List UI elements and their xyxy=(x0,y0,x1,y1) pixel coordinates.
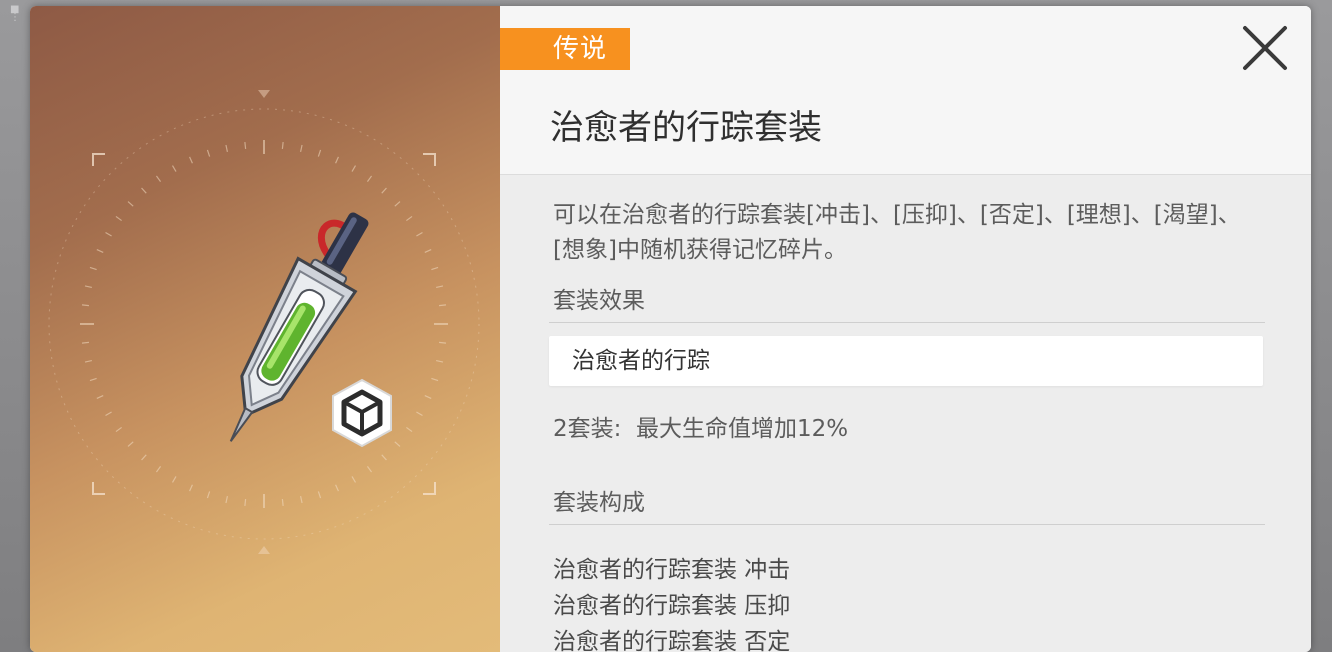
item-art-panel xyxy=(30,6,500,652)
set-bonus-line: 2套装: 最大生命值增加12% xyxy=(553,414,848,444)
set-effect-heading: 套装效果 xyxy=(553,288,645,314)
dial-tick xyxy=(351,165,357,172)
close-icon[interactable] xyxy=(1239,22,1291,74)
set-components-list: 治愈者的行踪套装 冲击 治愈者的行踪套装 压抑 治愈者的行踪套装 否定 xyxy=(553,552,790,652)
dial-tick xyxy=(366,175,373,182)
dial-tick xyxy=(431,377,439,382)
dial-tick xyxy=(351,476,357,483)
dial-tick xyxy=(281,498,284,507)
set-bonus-text: 最大生命值增加12% xyxy=(636,416,849,442)
screen: ■ ⋮ 传说 治愈者的行踪套装 可以在治愈者的行踪套装[冲击]、[压抑]、[否定… xyxy=(0,0,1332,652)
dial-tick xyxy=(416,411,423,417)
window-edge-handle-icon[interactable]: ■ ⋮ xyxy=(10,5,20,23)
dial-tick xyxy=(438,304,447,307)
set-components-heading: 套装构成 xyxy=(553,490,645,516)
dial-tick xyxy=(244,141,247,150)
dial-tick xyxy=(431,266,439,271)
dial-tick xyxy=(127,441,134,447)
dial-tick xyxy=(115,215,122,222)
item-title: 治愈者的行踪套装 xyxy=(550,108,822,148)
dial-tick xyxy=(115,426,122,433)
list-item: 治愈者的行踪套装 冲击 xyxy=(553,557,791,583)
dial-tick xyxy=(81,341,90,344)
dial-tick xyxy=(206,149,211,157)
dial-tick xyxy=(89,377,97,382)
list-item: 治愈者的行踪套装 压抑 xyxy=(553,593,791,619)
item-description: 可以在治愈者的行踪套装[冲击]、[压抑]、[否定]、[理想]、[渴望]、[想象]… xyxy=(553,202,1241,263)
dial-tick xyxy=(436,285,444,288)
dial-tick xyxy=(225,144,228,152)
dial-tick xyxy=(81,304,90,307)
dial-tick xyxy=(105,231,112,237)
set-effect-name: 治愈者的行踪 xyxy=(572,348,710,374)
dial-tick xyxy=(225,496,228,504)
dial-tick xyxy=(244,498,247,507)
dial-tick xyxy=(171,476,177,483)
dial-tick xyxy=(171,165,177,172)
dial-tick xyxy=(127,201,134,207)
dial-tick xyxy=(141,454,147,461)
dial-tick xyxy=(317,149,322,157)
set-bonus-label: 2套装: xyxy=(553,416,622,442)
list-item: 治愈者的行踪套装 否定 xyxy=(553,629,791,652)
dial-tick xyxy=(366,466,373,473)
dial-tick xyxy=(89,266,97,271)
dial-tick xyxy=(436,360,444,363)
item-header: 传说 治愈者的行踪套装 xyxy=(500,6,1311,175)
dial-tick xyxy=(335,156,339,164)
divider xyxy=(549,322,1265,323)
dial-tick xyxy=(335,484,339,492)
dial-tick xyxy=(189,484,193,492)
dial-tick xyxy=(317,491,322,499)
dial-tick xyxy=(96,249,104,253)
dial-tick xyxy=(105,411,112,417)
dial-tick xyxy=(381,187,387,194)
dial-tick xyxy=(424,249,432,253)
dial-tick xyxy=(424,395,432,399)
set-effect-name-box: 治愈者的行踪 xyxy=(549,336,1263,386)
dial-tick xyxy=(416,231,423,237)
dial-tick xyxy=(300,496,303,504)
item-detail-dialog: 传说 治愈者的行踪套装 可以在治愈者的行踪套装[冲击]、[压抑]、[否定]、[理… xyxy=(30,6,1311,652)
dial-tick xyxy=(189,156,193,164)
dial-tick xyxy=(84,285,92,288)
dial-tick xyxy=(438,341,447,344)
dial-tick xyxy=(281,141,284,150)
rarity-badge: 传说 xyxy=(500,28,630,70)
dial-tick xyxy=(84,360,92,363)
dial-tick xyxy=(141,187,147,194)
dial-tick xyxy=(206,491,211,499)
dial-tick xyxy=(96,395,104,399)
dial-tick xyxy=(155,175,162,182)
divider xyxy=(549,524,1265,525)
item-info-panel: 传说 治愈者的行踪套装 可以在治愈者的行踪套装[冲击]、[压抑]、[否定]、[理… xyxy=(500,6,1311,652)
dial-tick xyxy=(155,466,162,473)
cube-hexagon-icon xyxy=(332,378,392,448)
dial-tick xyxy=(300,144,303,152)
